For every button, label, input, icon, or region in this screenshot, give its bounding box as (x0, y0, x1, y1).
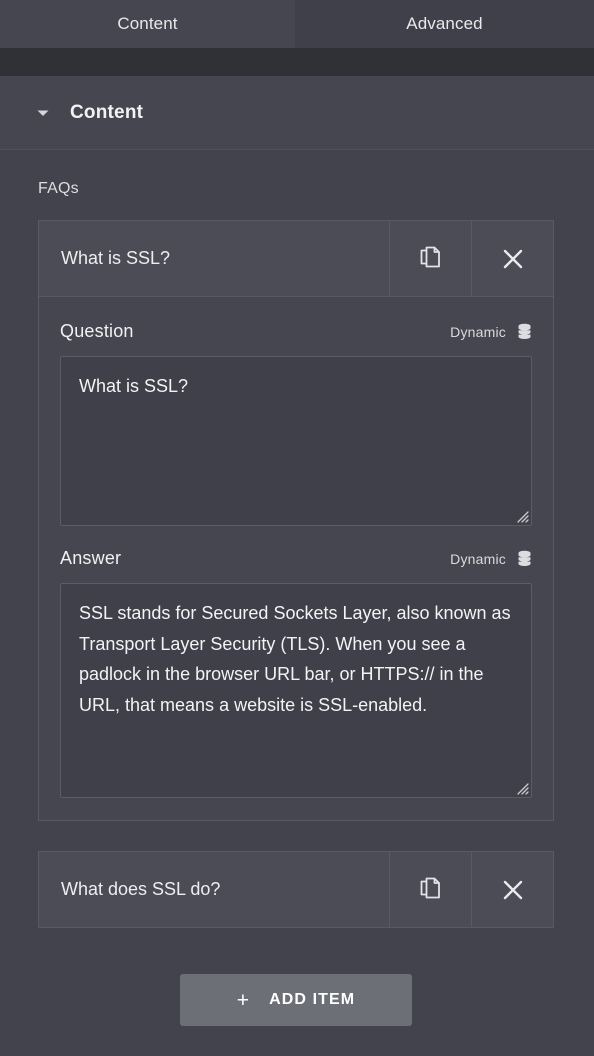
answer-textarea[interactable] (60, 583, 532, 798)
tab-advanced[interactable]: Advanced (295, 0, 594, 48)
control-answer: Answer Dynamic (60, 548, 532, 798)
faqs-repeater: What is SSL? Question Dynamic What is SS… (38, 220, 554, 928)
close-icon[interactable] (471, 852, 553, 927)
tab-content[interactable]: Content (0, 0, 295, 52)
control-label: Question (60, 321, 134, 341)
question-textarea[interactable] (60, 356, 532, 526)
tab-advanced-label: Advanced (406, 14, 483, 33)
repeater-item-spacer (38, 821, 554, 851)
control-label: Answer (60, 548, 122, 568)
repeater-item: What does SSL do? (38, 851, 554, 928)
chevron-down-icon (36, 106, 50, 120)
add-item-row: + ADD ITEM (38, 974, 554, 1026)
repeater-item-header[interactable]: What does SSL do? (38, 851, 554, 928)
duplicate-icon[interactable] (389, 852, 471, 927)
control-header: Question Dynamic (60, 321, 532, 342)
duplicate-icon[interactable] (389, 221, 471, 296)
add-item-button[interactable]: + ADD ITEM (180, 974, 412, 1026)
section-title: Content (70, 101, 144, 123)
close-icon[interactable] (471, 221, 553, 296)
repeater-item-content: Question Dynamic What is SSL? Answer Dyn… (38, 297, 554, 821)
repeater-item: What is SSL? Question Dynamic What is SS… (38, 220, 554, 821)
dynamic-label: Dynamic (450, 323, 506, 340)
database-icon (517, 323, 532, 340)
answer-textarea-wrap (60, 583, 532, 798)
database-icon (517, 550, 532, 567)
plus-icon: + (236, 988, 250, 1012)
content-panel-body: FAQs What is SSL? Question Dynamic What … (0, 150, 594, 1026)
dynamic-tag-answer[interactable]: Dynamic (450, 550, 532, 567)
dynamic-tag-question[interactable]: Dynamic (450, 323, 532, 340)
repeater-field-label: FAQs (38, 180, 79, 197)
panel-divider-strip (0, 52, 594, 76)
section-header-content[interactable]: Content (0, 76, 594, 150)
panel-tab-bar: Content Advanced (0, 0, 594, 52)
repeater-item-title: What is SSL? (61, 248, 171, 268)
dynamic-label: Dynamic (450, 550, 506, 567)
add-item-label: ADD ITEM (269, 991, 356, 1008)
tab-content-label: Content (117, 14, 178, 33)
repeater-item-title: What does SSL do? (61, 879, 221, 899)
question-textarea-wrap (60, 356, 532, 526)
repeater-item-header[interactable]: What is SSL? (38, 220, 554, 297)
tab-accent-underline (0, 48, 594, 52)
control-header: Answer Dynamic (60, 548, 532, 569)
control-question: Question Dynamic (60, 321, 532, 526)
